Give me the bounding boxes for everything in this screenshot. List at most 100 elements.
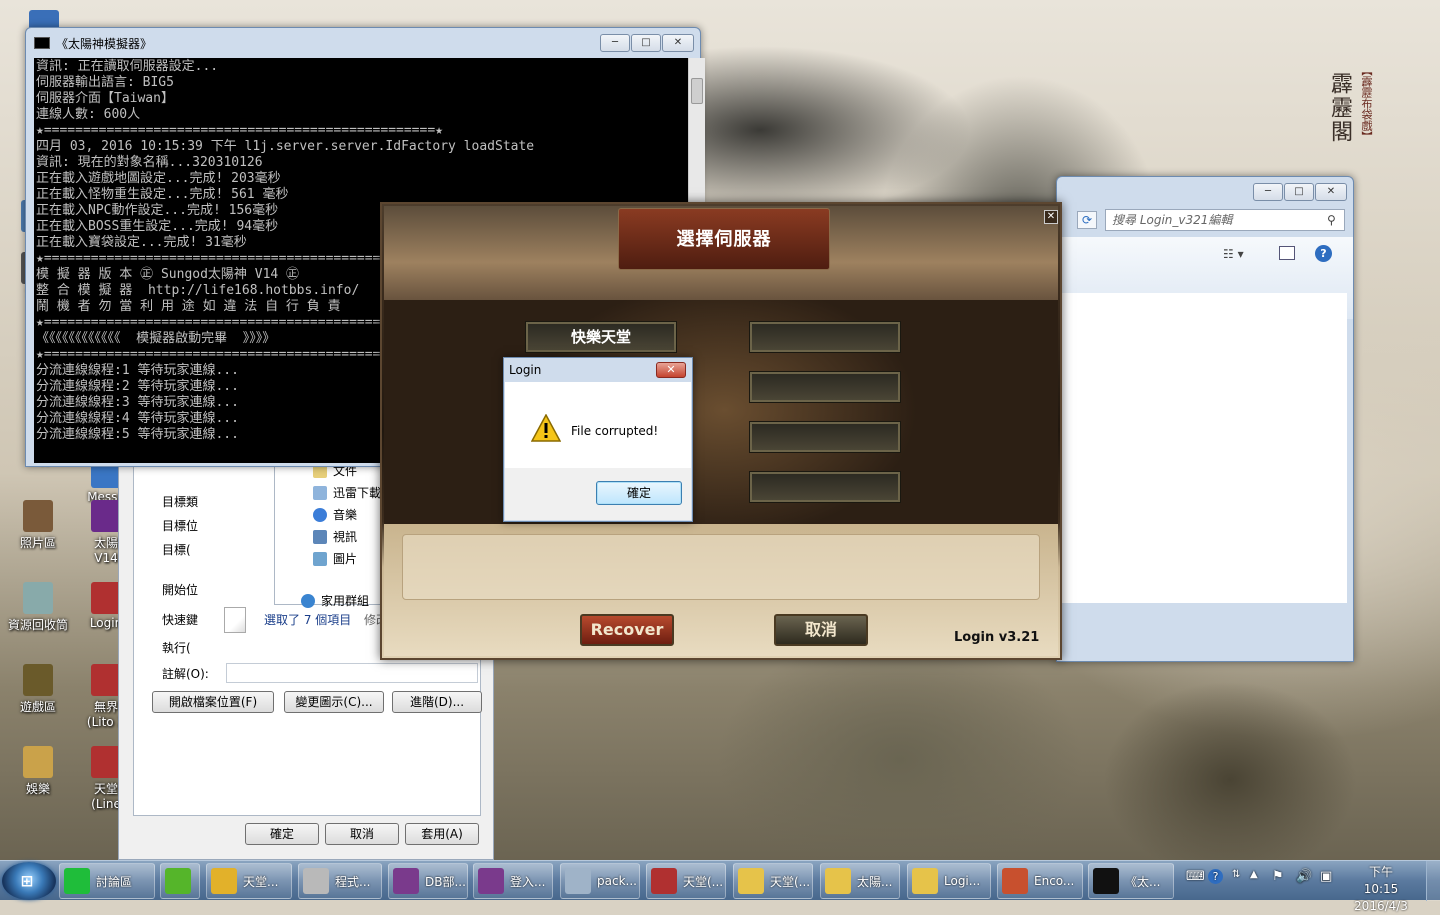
taskbar-item[interactable]: 天堂... (206, 863, 292, 899)
taskbar-item-label: 討論區 (96, 874, 133, 889)
desktop-icon[interactable]: 遊戲區 (2, 664, 74, 715)
explorer-file-list[interactable] (1057, 293, 1347, 603)
forum-icon (64, 868, 90, 894)
login-shortcut-icon (91, 582, 121, 614)
refresh-icon[interactable]: ⟳ (1077, 211, 1097, 229)
view-options-icon[interactable]: ☷ ▾ (1223, 247, 1244, 261)
taskbar-item[interactable]: DB部... (388, 863, 468, 899)
media-icon (165, 868, 191, 894)
taskbar-item-label: Enco... (1034, 874, 1075, 888)
selected-count: 選取了 7 個項目 (264, 613, 352, 627)
tray-expand-icon[interactable]: ▲ (1250, 869, 1258, 880)
desktop-icon[interactable]: 照片區 (2, 500, 74, 551)
recover-button[interactable]: Recover (580, 614, 674, 646)
desktop-icon[interactable]: 資源回收筒 (2, 582, 74, 633)
launcher-artwork (384, 300, 1058, 524)
launcher-news-panel (402, 534, 1040, 600)
minimize-icon[interactable]: ─ (600, 34, 630, 52)
winrar-icon (91, 500, 121, 532)
console-titlebar[interactable]: 《太陽神模擬器》 (26, 28, 700, 58)
close-icon[interactable]: ✕ (656, 362, 686, 378)
file-icon (224, 607, 246, 633)
folder-icon (912, 868, 938, 894)
taskbar-item[interactable]: 太陽... (820, 863, 900, 899)
action-center-icon[interactable]: ⚑ (1272, 869, 1284, 884)
tree-item-music[interactable]: 音樂 (313, 506, 357, 523)
server-button-3[interactable] (749, 371, 901, 403)
taskbar-item[interactable]: 登入... (473, 863, 553, 899)
explorer-search-input[interactable]: 搜尋 Login_v321編輯 (1105, 209, 1345, 231)
server-button-main[interactable]: 快樂天堂 (525, 321, 677, 353)
error-dialog-title: Login (509, 363, 542, 377)
desktop-icon-label: 遊戲區 (19, 700, 56, 714)
search-icon[interactable]: ⚲ (1327, 213, 1336, 227)
server-button-5[interactable] (749, 471, 901, 503)
games-folder-icon (23, 664, 53, 696)
lineage-shortcut-icon (91, 746, 121, 778)
explorer-window-controls: ─ □ ✕ (1253, 183, 1347, 201)
scroll-thumb[interactable] (691, 78, 703, 104)
taskbar-item[interactable] (160, 863, 200, 899)
launcher-cancel-button[interactable]: 取消 (774, 614, 868, 646)
tree-item-thunder[interactable]: 迅雷下載 (313, 484, 381, 501)
ok-button[interactable]: 確定 (245, 823, 319, 845)
login-launcher-window: 選擇伺服器 ✕ 快樂天堂 Recover 取消 Login v3.21 (380, 202, 1062, 660)
clock[interactable]: 下午 10:15 2016/4/3 (1352, 864, 1410, 915)
advanced-button[interactable]: 進階(D)... (392, 691, 482, 713)
homegroup-icon (301, 593, 315, 608)
taskbar-item-label: 程式... (335, 874, 371, 889)
close-icon[interactable]: ✕ (662, 34, 694, 52)
taskbar-item[interactable]: 《太... (1088, 863, 1174, 899)
shortcut-key-label: 快速鍵 (162, 613, 199, 627)
open-location-button[interactable]: 開啟檔案位置(F) (152, 691, 274, 713)
folder-icon (738, 868, 764, 894)
console-window-controls: ─ □ ✕ (600, 34, 694, 52)
desktop-icon[interactable]: 娛樂 (2, 746, 74, 797)
taskbar-item-label: 登入... (510, 874, 546, 889)
close-icon[interactable]: ✕ (1315, 183, 1347, 201)
recycle-bin-icon (23, 582, 53, 614)
console-line: 資訊: 正在讀取伺服器設定... (36, 59, 219, 74)
tree-item-homegroup[interactable]: 家用群組 (301, 592, 369, 609)
lineage-icon (91, 664, 121, 696)
console-line: 伺服器輸出語言: BIG5 (36, 75, 174, 90)
change-icon-button[interactable]: 變更圖示(C)... (284, 691, 384, 713)
taskbar-item[interactable]: Logi... (907, 863, 991, 899)
apply-button[interactable]: 套用(A) (405, 823, 479, 845)
taskbar-item[interactable]: 討論區 (59, 863, 155, 899)
taskbar-item[interactable]: Enco... (997, 863, 1083, 899)
desktop-icon-label: 照片區 (19, 536, 56, 550)
help-tray-icon[interactable]: ? (1208, 869, 1223, 884)
taskbar-item[interactable]: 程式... (298, 863, 382, 899)
tree-item-video[interactable]: 視訊 (313, 528, 357, 545)
input-method-icon[interactable]: ⇅ (1232, 869, 1240, 880)
maximize-icon[interactable]: □ (631, 34, 661, 52)
music-icon (313, 507, 327, 522)
console-line: ★=======================================… (36, 123, 443, 138)
taskbar-item[interactable]: 天堂(... (733, 863, 813, 899)
volume-icon[interactable]: 🔊 (1296, 869, 1312, 884)
error-ok-button[interactable]: 確定 (596, 481, 682, 505)
console-line: 資訊: 現在的對象名稱...320310126 (36, 155, 263, 170)
taskbar-item-label: DB部... (425, 874, 466, 889)
server-button-2[interactable] (749, 321, 901, 353)
help-icon[interactable]: ? (1315, 245, 1332, 262)
network-icon[interactable]: ▣ (1320, 869, 1332, 884)
close-icon[interactable]: ✕ (1044, 210, 1058, 224)
minimize-icon[interactable]: ─ (1253, 183, 1283, 201)
maximize-icon[interactable]: □ (1284, 183, 1314, 201)
server-button-4[interactable] (749, 421, 901, 453)
console-line: 正在載入遊戲地圖設定...完成! 203毫秒 (36, 171, 281, 186)
keyboard-icon[interactable]: ⌨ (1186, 869, 1205, 884)
taskbar-item[interactable]: 天堂(... (646, 863, 726, 899)
photos-folder-icon (23, 500, 53, 532)
wallpaper-title: 霹靂閣 (1327, 72, 1352, 144)
taskbar-item[interactable]: pack... (560, 863, 640, 899)
comment-field[interactable] (226, 663, 478, 683)
preview-pane-icon[interactable] (1279, 246, 1295, 260)
cancel-button[interactable]: 取消 (325, 823, 399, 845)
show-desktop-button[interactable] (1426, 861, 1440, 901)
tree-item-pictures[interactable]: 圖片 (313, 550, 357, 567)
comment-label: 註解(O): (162, 667, 209, 681)
taskbar-item-label: 天堂(... (683, 874, 724, 889)
